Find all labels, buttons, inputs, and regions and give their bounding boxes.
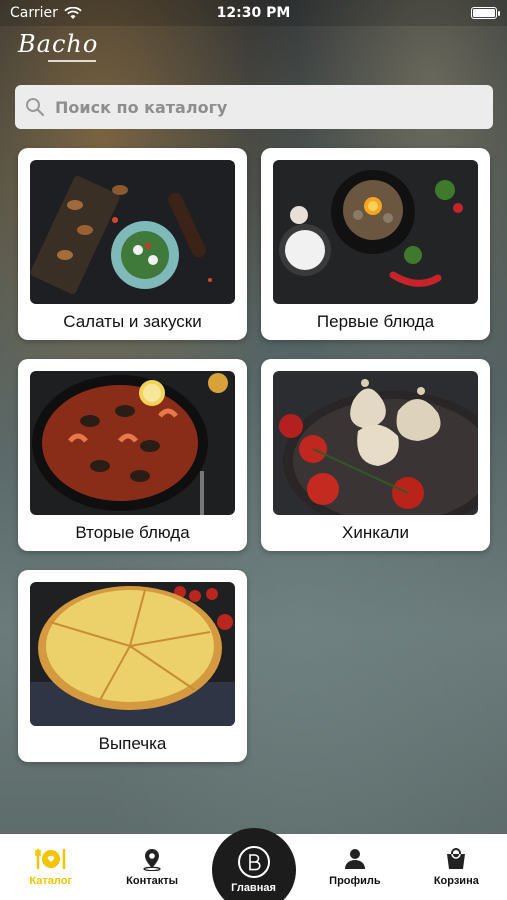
tab-label: Главная — [231, 882, 276, 894]
khinkali-photo — [273, 371, 478, 515]
category-label: Первые блюда — [316, 312, 435, 331]
search-input[interactable]: Поиск по каталогу — [15, 85, 493, 129]
carrier-label: Carrier — [10, 5, 58, 21]
seafood-paella-photo — [30, 371, 235, 515]
tab-label: Контакты — [126, 875, 179, 887]
battery-icon — [471, 7, 500, 19]
wifi-icon — [64, 6, 82, 19]
khachapuri-photo — [30, 582, 235, 726]
status-bar: Carrier 12:30 PM — [0, 0, 507, 26]
category-label: Хинкали — [342, 523, 409, 542]
salads-photo — [30, 160, 235, 304]
tab-label: Профиль — [329, 875, 381, 887]
location-pin-icon — [143, 849, 161, 871]
tab-home[interactable]: Главная — [203, 828, 304, 900]
tab-label: Каталог — [29, 875, 73, 887]
category-card-first-courses[interactable]: Первые блюда — [261, 148, 490, 340]
logo-underline — [48, 60, 96, 62]
tab-profile[interactable]: Профиль — [304, 834, 405, 900]
category-card-khinkali[interactable]: Хинкали — [261, 359, 490, 551]
category-card-salads[interactable]: Салаты и закуски — [18, 148, 247, 340]
search-placeholder: Поиск по каталогу — [55, 97, 228, 117]
tab-cart[interactable]: Корзина — [406, 834, 507, 900]
home-button[interactable]: Главная — [211, 828, 296, 900]
tab-catalog[interactable]: Каталог — [0, 834, 101, 900]
tab-contacts[interactable]: Контакты — [101, 834, 202, 900]
bacho-logo-icon — [237, 846, 270, 878]
soup-photo — [273, 160, 478, 304]
person-icon — [344, 849, 365, 869]
bottom-tab-bar: Каталог Контакты Главная Профиль Корзина — [0, 828, 507, 900]
category-card-pastry[interactable]: Выпечка — [18, 570, 247, 762]
category-label: Выпечка — [98, 734, 167, 753]
category-label: Вторые блюда — [75, 523, 190, 542]
category-card-second-courses[interactable]: Вторые блюда — [18, 359, 247, 551]
tab-label: Корзина — [433, 875, 479, 887]
bag-icon — [447, 848, 466, 869]
search-icon — [26, 98, 45, 117]
status-left: Carrier — [10, 5, 82, 21]
category-label: Салаты и закуски — [63, 312, 202, 331]
brand-logo: Bacho — [18, 30, 99, 58]
catalog-plate-icon — [34, 848, 65, 870]
